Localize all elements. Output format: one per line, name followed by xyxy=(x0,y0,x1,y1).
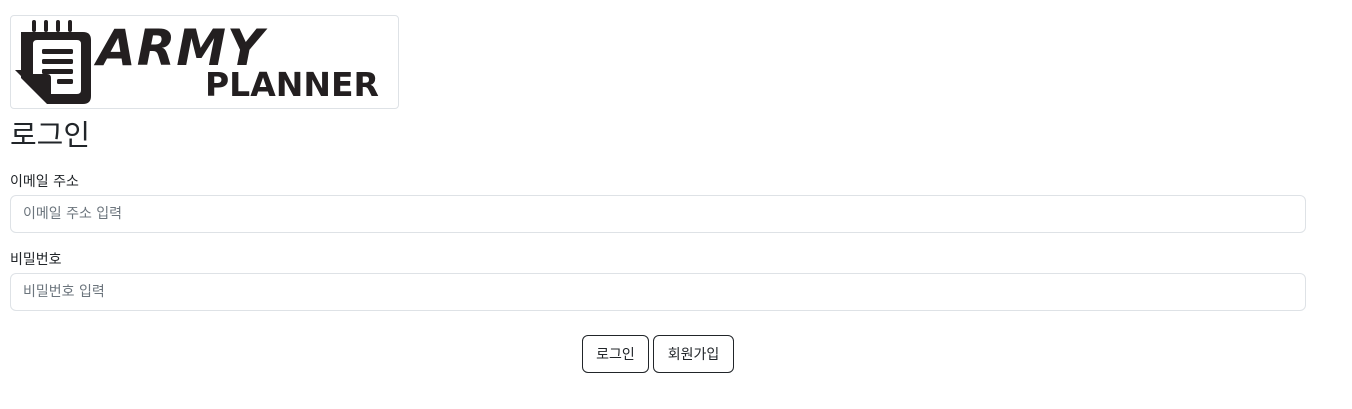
password-field[interactable] xyxy=(10,273,1306,311)
army-planner-logo[interactable]: ARMY PLANNER xyxy=(10,15,399,109)
logo-text-planner: PLANNER xyxy=(205,65,379,104)
notepad-icon xyxy=(15,20,91,104)
logo-graphic: ARMY PLANNER xyxy=(15,19,379,104)
page-title: 로그인 xyxy=(10,118,91,152)
email-field[interactable] xyxy=(10,195,1306,233)
password-label: 비밀번호 xyxy=(10,252,62,268)
signup-button[interactable]: 회원가입 xyxy=(653,335,734,373)
email-label: 이메일 주소 xyxy=(10,174,79,190)
login-page: ARMY PLANNER 로그인 이메일 주소 비밀번호 로그인 회원가입 xyxy=(0,0,1352,409)
login-button[interactable]: 로그인 xyxy=(582,335,649,373)
